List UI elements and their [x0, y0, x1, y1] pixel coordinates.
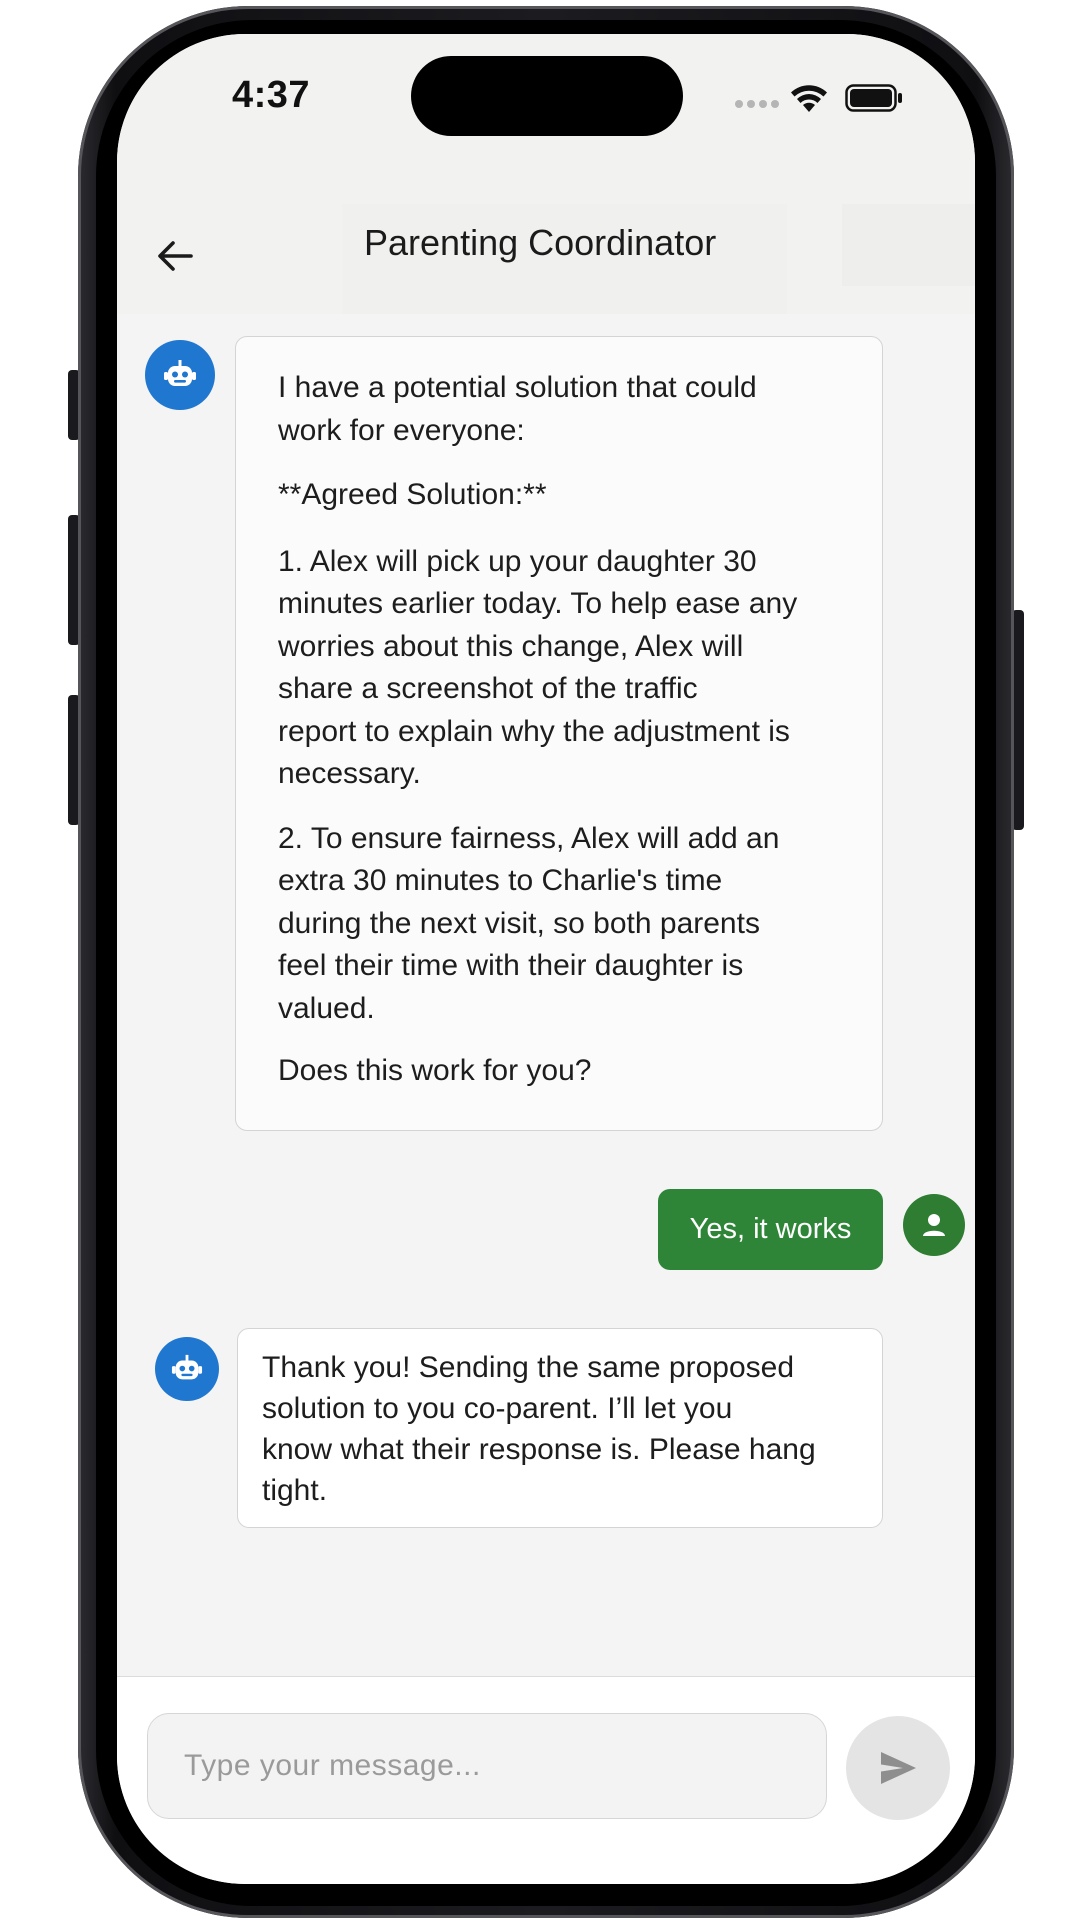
robot-icon: [171, 1354, 203, 1380]
status-time: 4:37: [232, 74, 311, 116]
dynamic-island: [411, 56, 683, 136]
robot-icon: [164, 360, 196, 386]
bot-avatar: [145, 340, 215, 410]
status-bar: 4:37: [117, 34, 975, 164]
message-text: Thank you! Sending the same proposed sol…: [262, 1351, 816, 1507]
message-composer: [117, 1676, 975, 1884]
message-paragraph: Does this work for you?: [278, 1054, 592, 1087]
app-header: Parenting Coordinator: [117, 164, 975, 314]
signal-dots-icon: [735, 100, 779, 108]
message-paragraph: 2. To ensure fairness, Alex will add an …: [278, 821, 780, 1025]
battery-icon: [845, 84, 902, 112]
message-paragraph: I have a potential solution that could w…: [278, 371, 757, 447]
send-button[interactable]: [846, 1716, 950, 1820]
phone-screen: 4:37 Parenting Coordinator I have a pote…: [117, 34, 975, 1884]
message-input[interactable]: [147, 1713, 827, 1819]
chat-message-list[interactable]: I have a potential solution that could w…: [117, 314, 975, 1709]
person-icon: [923, 1214, 945, 1236]
user-avatar: [903, 1194, 965, 1256]
bot-message-bubble: I have a potential solution that could w…: [235, 336, 883, 1131]
device-stage: 4:37 Parenting Coordinator I have a pote…: [0, 0, 1080, 1920]
user-message-text: Yes, it works: [689, 1213, 852, 1245]
arrow-left-icon: [158, 241, 193, 271]
send-icon: [881, 1752, 916, 1784]
message-paragraph: **Agreed Solution:**: [278, 478, 547, 511]
bot-avatar: [155, 1337, 219, 1401]
user-message-bubble: Yes, it works: [658, 1189, 883, 1270]
wifi-icon: [791, 85, 827, 112]
back-button[interactable]: [145, 226, 205, 286]
bot-message-bubble: Thank you! Sending the same proposed sol…: [237, 1328, 883, 1528]
page-title: Parenting Coordinator: [364, 222, 717, 263]
message-paragraph: 1. Alex will pick up your daughter 30 mi…: [278, 544, 798, 791]
header-action-area: [842, 204, 975, 286]
